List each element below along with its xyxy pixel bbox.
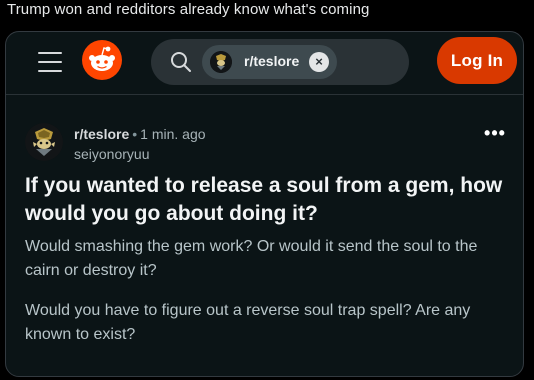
subreddit-filter-chip[interactable]: r/teslore ×	[202, 45, 337, 79]
meta-separator: •	[132, 126, 138, 142]
search-bar[interactable]: r/teslore ×	[151, 39, 409, 85]
search-icon[interactable]	[170, 51, 192, 73]
reddit-logo-icon[interactable]	[82, 40, 122, 80]
reddit-header: r/teslore × Log In	[6, 32, 523, 95]
chip-label: r/teslore	[244, 53, 300, 69]
post-meta: r/teslore • 1 min. ago	[74, 126, 206, 142]
post-title[interactable]: If you wanted to release a soul from a g…	[25, 172, 515, 228]
post-body: Would smashing the gem work? Or would it…	[25, 235, 515, 363]
subreddit-avatar-icon[interactable]	[25, 123, 63, 161]
post-time: 1 min. ago	[140, 126, 206, 142]
username-link[interactable]: seiyonoryuu	[74, 146, 150, 162]
login-button[interactable]: Log In	[437, 37, 517, 84]
post-paragraph: Would smashing the gem work? Or would it…	[25, 238, 478, 279]
more-options-icon[interactable]: •••	[483, 124, 507, 146]
reddit-post-card[interactable]: r/teslore × Log In r/teslore • 1 min. ago …	[5, 31, 524, 377]
menu-icon[interactable]	[38, 52, 62, 72]
close-icon[interactable]: ×	[309, 52, 329, 72]
post-paragraph: Would you have to figure out a reverse s…	[25, 302, 471, 343]
subreddit-link[interactable]: r/teslore	[74, 126, 129, 142]
tweet-text: Trump won and redditors already know wha…	[7, 1, 370, 18]
subreddit-avatar-icon	[210, 51, 232, 73]
